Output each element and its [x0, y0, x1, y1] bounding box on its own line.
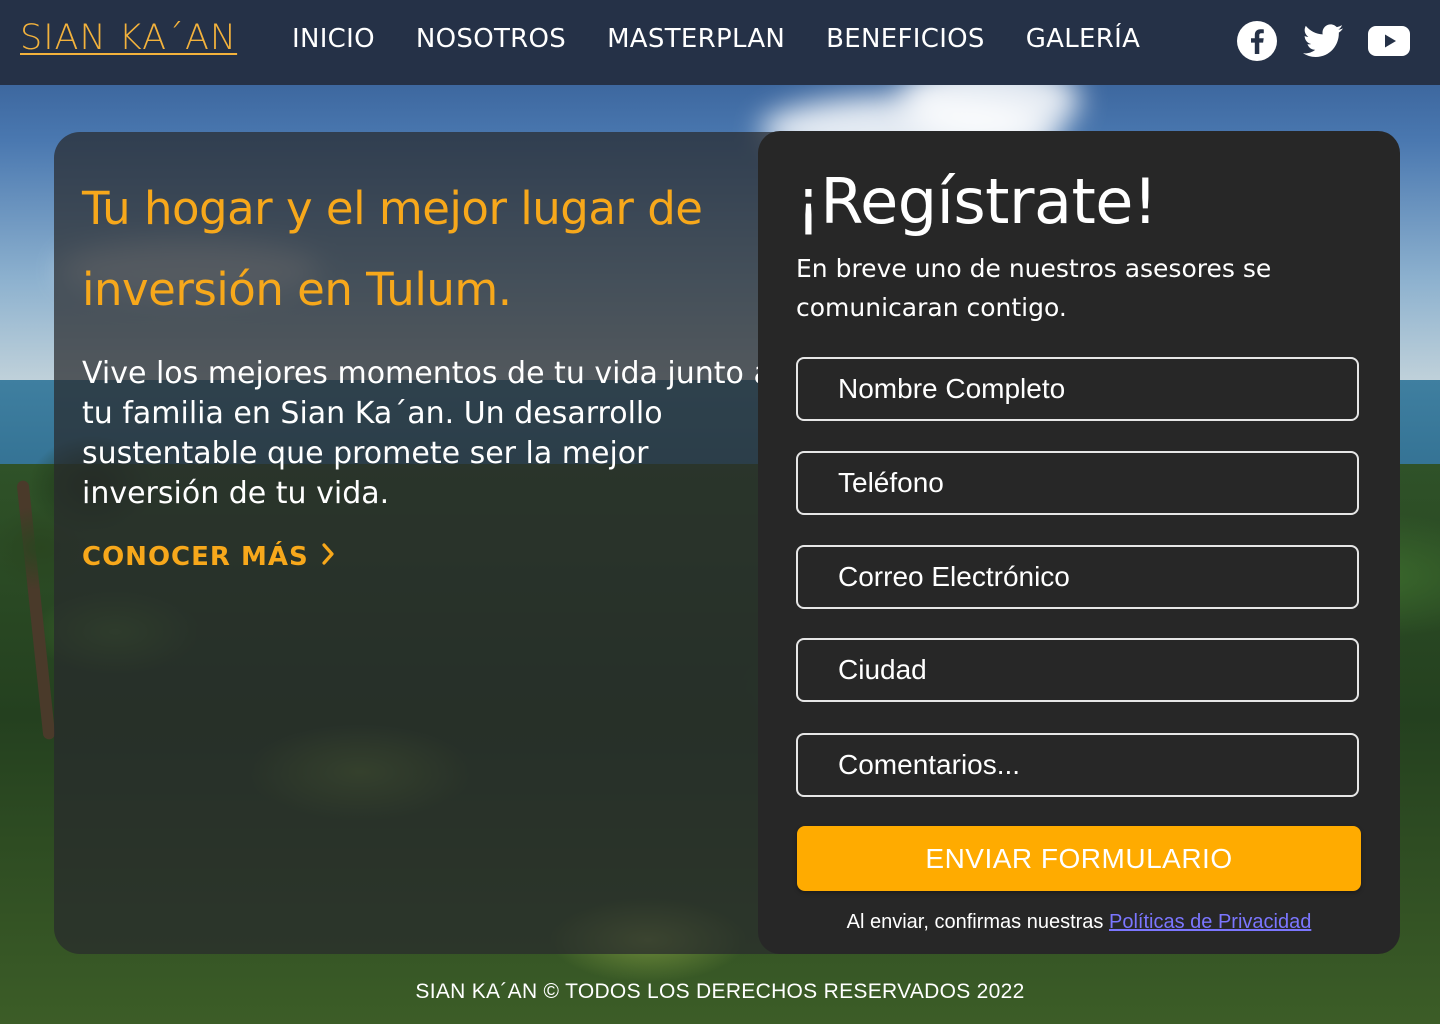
nav-item-nosotros[interactable]: NOSOTROS — [416, 24, 566, 54]
phone-field[interactable] — [796, 451, 1359, 515]
youtube-icon[interactable] — [1368, 20, 1410, 62]
nav-item-galeria[interactable]: GALERÍA — [1026, 24, 1140, 54]
chevron-right-icon — [321, 540, 335, 573]
nav-item-beneficios[interactable]: BENEFICIOS — [826, 24, 985, 54]
register-subtitle: En breve uno de nuestros asesores se com… — [796, 254, 1272, 322]
footer-copyright: SIAN KA´AN © TODOS LOS DERECHOS RESERVAD… — [415, 980, 1025, 1003]
nav-item-masterplan[interactable]: MASTERPLAN — [607, 24, 785, 54]
city-field[interactable] — [796, 638, 1359, 702]
register-form-panel: ¡Regístrate! En breve uno de nuestros as… — [758, 131, 1400, 954]
learn-more-link[interactable]: CONOCER MÁS — [82, 540, 335, 573]
submit-button[interactable]: ENVIAR FORMULARIO — [797, 826, 1361, 891]
privacy-text: Al enviar, confirmas nuestras — [846, 911, 1109, 933]
privacy-note: Al enviar, confirmas nuestras Políticas … — [758, 911, 1400, 934]
hero-panel: Tu hogar y el mejor lugar de inversión e… — [54, 132, 800, 954]
nav-item-inicio[interactable]: INICIO — [292, 24, 375, 54]
register-title: ¡Regístrate! — [796, 165, 1158, 238]
facebook-icon[interactable] — [1236, 20, 1278, 62]
top-navbar: SIAN KA´AN INICIO NOSOTROS MASTERPLAN BE… — [0, 0, 1440, 85]
twitter-icon[interactable] — [1302, 20, 1344, 62]
hero-title: Tu hogar y el mejor lugar de inversión e… — [82, 182, 703, 316]
logo[interactable]: SIAN KA´AN — [20, 18, 237, 58]
email-field[interactable] — [796, 545, 1359, 609]
hero-description: Vive los mejores momentos de tu vida jun… — [82, 356, 772, 511]
comments-field[interactable] — [796, 733, 1359, 797]
main-nav: INICIO NOSOTROS MASTERPLAN BENEFICIOS GA… — [292, 24, 1181, 54]
privacy-policy-link[interactable]: Políticas de Privacidad — [1109, 911, 1311, 933]
learn-more-label: CONOCER MÁS — [82, 541, 309, 572]
name-field[interactable] — [796, 357, 1359, 421]
social-links — [1236, 20, 1410, 62]
